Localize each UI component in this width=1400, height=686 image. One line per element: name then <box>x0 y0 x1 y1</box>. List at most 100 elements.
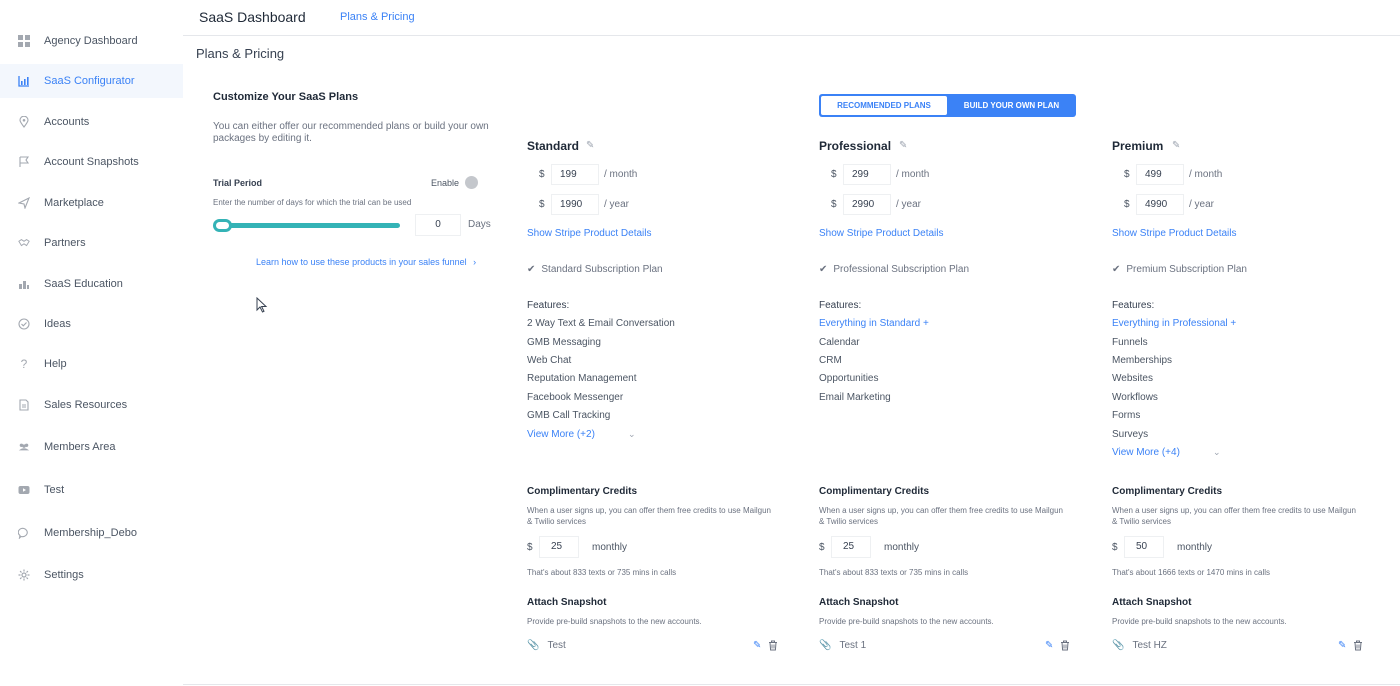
sidebar-item-marketplace[interactable]: Marketplace <box>0 186 183 220</box>
video-icon <box>18 484 30 496</box>
trial-enable-toggle[interactable] <box>465 176 478 189</box>
sidebar-item-settings[interactable]: Settings <box>0 558 183 592</box>
edit-plan-name-icon[interactable]: ✎ <box>586 140 596 151</box>
edit-plan-name-icon[interactable]: ✎ <box>899 140 909 151</box>
monthly-price-input[interactable]: 199 <box>551 164 599 185</box>
sidebar-item-help[interactable]: ? Help <box>0 347 183 381</box>
monthly-label: / month <box>604 169 638 180</box>
yearly-price-input[interactable]: 2990 <box>843 194 891 215</box>
checkmark-icon: ✔ <box>1112 264 1121 275</box>
chart-icon <box>18 75 30 87</box>
users-icon <box>18 441 30 453</box>
tab-plans-pricing[interactable]: Plans & Pricing <box>340 11 415 23</box>
mouse-cursor-icon <box>256 297 268 313</box>
credits-amount-input[interactable]: 25 <box>831 536 871 558</box>
location-pin-icon <box>18 116 30 128</box>
paperclip-icon: 📎 <box>527 640 540 651</box>
sidebar-item-label: Marketplace <box>44 197 104 209</box>
education-icon <box>18 278 30 290</box>
monthly-price-input[interactable]: 499 <box>1136 164 1184 185</box>
sidebar-item-membership-debo[interactable]: Membership_Debo <box>0 516 183 550</box>
delete-snapshot-icon[interactable] <box>1353 640 1363 654</box>
sidebar-item-members-area[interactable]: Members Area <box>0 430 183 464</box>
edit-snapshot-icon[interactable]: ✎ <box>1045 640 1053 651</box>
sidebar-item-label: Help <box>44 358 67 370</box>
feature-item: Facebook Messenger <box>527 392 624 403</box>
subscription-plan-row: ✔ Standard Subscription Plan <box>527 264 663 275</box>
sidebar-item-account-snapshots[interactable]: Account Snapshots <box>0 145 183 179</box>
show-stripe-details-link[interactable]: Show Stripe Product Details <box>819 228 944 239</box>
edit-snapshot-icon[interactable]: ✎ <box>1338 640 1346 651</box>
subscription-plan-name: Premium Subscription Plan <box>1126 264 1247 275</box>
yearly-price-input[interactable]: 4990 <box>1136 194 1184 215</box>
chevron-right-icon: › <box>473 257 477 267</box>
feature-item: Web Chat <box>527 355 572 366</box>
paperclip-icon: 📎 <box>1112 640 1125 651</box>
sidebar-item-accounts[interactable]: Accounts <box>0 105 183 139</box>
snapshot-name: Test 1 <box>839 640 867 651</box>
sidebar-item-saas-education[interactable]: SaaS Education <box>0 267 183 301</box>
snapshot-name: Test <box>547 640 566 651</box>
yearly-price-input[interactable]: 1990 <box>551 194 599 215</box>
edit-snapshot-icon[interactable]: ✎ <box>753 640 761 651</box>
feature-item: Reputation Management <box>527 373 637 384</box>
page-title: Plans & Pricing <box>196 46 285 61</box>
currency-symbol: $ <box>527 542 533 553</box>
enable-label: Enable <box>431 178 460 188</box>
view-more-features-link[interactable]: View More (+2) <box>527 429 595 440</box>
sidebar-item-label: Members Area <box>44 441 116 453</box>
plan-standard: Standard ✎ $ 199 / month $ 1990 / year S… <box>527 0 797 686</box>
sidebar-item-label: Membership_Debo <box>44 527 137 539</box>
attach-snapshot-description: Provide pre-build snapshots to the new a… <box>527 617 702 626</box>
sidebar-item-sales-resources[interactable]: Sales Resources <box>0 388 183 422</box>
days-label: Days <box>468 219 491 230</box>
feature-item: CRM <box>819 355 842 366</box>
sidebar-item-label: Account Snapshots <box>44 156 139 168</box>
show-stripe-details-link[interactable]: Show Stripe Product Details <box>527 228 652 239</box>
trial-days-slider-track[interactable] <box>216 223 400 228</box>
delete-snapshot-icon[interactable] <box>1060 640 1070 654</box>
complimentary-credits-description: When a user signs up, you can offer them… <box>1112 506 1356 526</box>
attached-snapshot: 📎 Test <box>527 640 566 651</box>
gear-icon <box>18 569 30 581</box>
credits-amount-input[interactable]: 25 <box>539 536 579 558</box>
attached-snapshot: 📎 Test 1 <box>819 640 866 651</box>
feature-item: Calendar <box>819 337 860 348</box>
sidebar-item-label: SaaS Education <box>44 278 123 290</box>
currency-symbol: $ <box>539 169 545 180</box>
sidebar-item-label: Partners <box>44 237 86 249</box>
sidebar-item-partners[interactable]: Partners <box>0 226 183 260</box>
snapshot-icon <box>18 156 30 168</box>
edit-plan-name-icon[interactable]: ✎ <box>1172 140 1182 151</box>
plan-name: Standard <box>527 139 580 153</box>
credits-amount-input[interactable]: 50 <box>1124 536 1164 558</box>
chevron-down-icon[interactable]: ⌄ <box>628 429 636 440</box>
features-title: Features: <box>819 300 862 311</box>
monthly-price-input[interactable]: 299 <box>843 164 891 185</box>
sidebar-item-saas-configurator[interactable]: SaaS Configurator <box>0 64 183 98</box>
sales-funnel-link[interactable]: Learn how to use these products in your … <box>256 257 476 267</box>
sidebar-item-test[interactable]: Test <box>0 473 183 507</box>
yearly-label: / year <box>604 199 630 210</box>
currency-symbol: $ <box>539 199 545 210</box>
monthly-label: / month <box>896 169 930 180</box>
trial-days-input[interactable]: 0 <box>415 214 461 236</box>
features-inherited-link[interactable]: Everything in Professional + <box>1112 318 1236 329</box>
trial-days-slider-handle[interactable] <box>213 219 232 232</box>
bottom-divider <box>183 684 1400 685</box>
send-icon <box>18 197 30 209</box>
show-stripe-details-link[interactable]: Show Stripe Product Details <box>1112 228 1237 239</box>
features-title: Features: <box>1112 300 1155 311</box>
credits-usage-note: That's about 1666 texts or 1470 mins in … <box>1112 568 1271 577</box>
chevron-down-icon[interactable]: ⌄ <box>1213 447 1221 458</box>
sidebar-item-agency-dashboard[interactable]: Agency Dashboard <box>0 24 183 58</box>
features-title: Features: <box>527 300 570 311</box>
configurator-description: You can either offer our recommended pla… <box>213 121 489 144</box>
feature-item: Websites <box>1112 373 1153 384</box>
features-inherited-link[interactable]: Everything in Standard + <box>819 318 929 329</box>
delete-snapshot-icon[interactable] <box>768 640 778 654</box>
sidebar-item-label: SaaS Configurator <box>44 75 135 87</box>
feature-item: 2 Way Text & Email Conversation <box>527 318 675 329</box>
sidebar-item-ideas[interactable]: Ideas <box>0 307 183 341</box>
view-more-features-link[interactable]: View More (+4) <box>1112 447 1180 458</box>
